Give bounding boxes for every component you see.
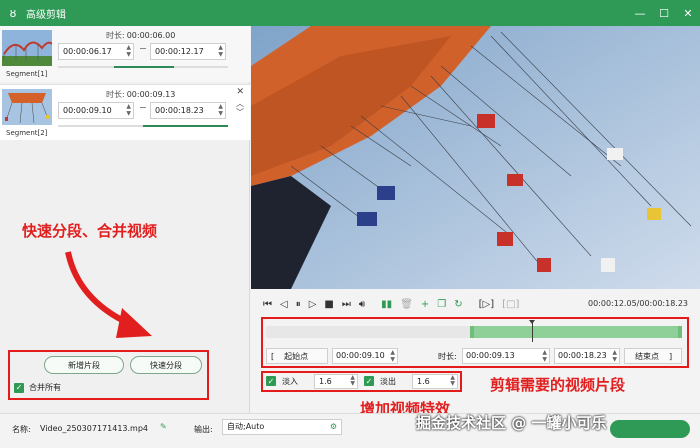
segment-item[interactable]: Segment[1] 时长: 00:00:06.00 00:00:06.17 ▲ ▼… [0, 26, 250, 82]
left-actions: 新增片段 快速分段 ✓ 合并所有 [8, 350, 208, 400]
watermark: 掘金技术社区 @ 一罐小可乐 [416, 414, 607, 432]
pause-icon[interactable]: ⏸ [296, 299, 301, 310]
segment-item[interactable]: Segment[2] 时长: 00:00:09.13 00:00:09.10 ▲ ▼… [0, 84, 250, 140]
close-icon[interactable]: ✕ [236, 87, 244, 97]
fade-in-label: 淡入 [282, 377, 298, 386]
segment-thumbnail [2, 89, 52, 125]
spinner-icon[interactable]: ▲ ▼ [350, 375, 355, 387]
annotation-text: 剪辑需要的视频片段 [490, 376, 626, 394]
copy-icon[interactable]: ❐ [437, 299, 446, 310]
start-point-button[interactable]: [ 起始点 [266, 348, 328, 364]
segment-duration: 时长: 00:00:09.13 [106, 90, 176, 99]
segment-label: Segment[2] [6, 129, 48, 137]
end-time-input[interactable]: 00:00:18.23 ▲ ▼ [554, 348, 620, 364]
step-forward-icon[interactable]: ▷ [309, 299, 317, 310]
segment-panel: Segment[1] 时长: 00:00:06.00 00:00:06.17 ▲ ▼… [0, 26, 250, 413]
segment-label: Segment[1] [6, 70, 48, 78]
minimize-icon[interactable]: — [628, 0, 652, 26]
timeline[interactable] [262, 320, 686, 342]
refresh-icon[interactable]: ↻ [454, 299, 462, 310]
name-label: 名称: [12, 425, 31, 434]
spinner-icon[interactable]: ▲ ▼ [126, 44, 131, 58]
split-icon[interactable]: ▮▮ [381, 299, 392, 310]
segment-thumbnail [2, 30, 52, 66]
fade-in-checkbox[interactable]: ✓ [266, 376, 276, 386]
segment-progress [58, 125, 228, 127]
gear-icon[interactable]: ⚙ [330, 420, 337, 434]
maximize-icon[interactable]: ☐ [652, 0, 676, 26]
spinner-icon[interactable]: ▲ ▼ [126, 103, 131, 117]
spinner-icon[interactable]: ▲ ▼ [612, 349, 617, 363]
merge-all-checkbox[interactable]: ✓ 合并所有 [14, 382, 61, 393]
mark-out-icon[interactable]: [□] [502, 299, 519, 310]
timecode: 00:00:12.05/00:00:18.23 [588, 299, 688, 308]
separator [140, 107, 146, 108]
edit-icon[interactable]: ✎ [160, 422, 167, 431]
arrow-icon [65, 251, 152, 338]
stop-icon[interactable]: ■ [324, 299, 333, 310]
spinner-icon[interactable]: ▲ ▼ [218, 103, 223, 117]
add-icon[interactable]: + [421, 299, 429, 310]
fade-out-input[interactable]: 1.6 ▲ ▼ [412, 374, 458, 389]
fade-in-input[interactable]: 1.6 ▲ ▼ [314, 374, 358, 389]
step-back-icon[interactable]: ◁ [280, 299, 288, 310]
segment-end-input[interactable]: 00:00:12.17 ▲ ▼ [150, 43, 226, 60]
timeline-selection[interactable] [469, 326, 682, 338]
segment-progress-fill [114, 66, 174, 68]
range-duration: 时长: [438, 352, 457, 361]
start-time-input[interactable]: 00:00:09.10 ▲ ▼ [332, 348, 398, 364]
window-controls: — ☐ ✕ [628, 0, 700, 26]
separator [140, 48, 146, 49]
output-select[interactable]: 自动;Auto ⚙ [222, 419, 342, 435]
playhead[interactable] [529, 320, 536, 342]
title-bar: ȣ 高级剪辑 — ☐ ✕ [0, 0, 700, 26]
trash-icon[interactable]: 🗑︎ [400, 299, 413, 310]
segment-start-input[interactable]: 00:00:09.10 ▲ ▼ [58, 102, 134, 119]
segment-end-input[interactable]: 00:00:18.23 ▲ ▼ [150, 102, 226, 119]
skip-end-icon[interactable]: ⏭ [342, 299, 351, 310]
fade-out-checkbox[interactable]: ✓ [364, 376, 374, 386]
reorder-icon[interactable]: ︿ ﹀ [236, 99, 244, 117]
spinner-icon[interactable]: ▲ ▼ [542, 349, 547, 363]
segment-duration: 时长: 00:00:06.00 [106, 31, 176, 40]
volume-icon[interactable]: 🔊︎ [359, 299, 365, 310]
segment-progress-fill [143, 125, 228, 127]
output-filename: Video_250307171413.mp4 [40, 424, 148, 433]
spinner-icon[interactable]: ▲ ▼ [390, 349, 395, 363]
video-preview[interactable] [251, 26, 700, 289]
add-segment-button[interactable]: 新增片段 [44, 356, 124, 374]
skip-start-icon[interactable]: ⏮ [263, 299, 272, 310]
quick-split-button[interactable]: 快速分段 [130, 356, 202, 374]
close-icon[interactable]: ✕ [676, 0, 700, 26]
segment-start-input[interactable]: 00:00:06.17 ▲ ▼ [58, 43, 134, 60]
export-button[interactable] [610, 420, 690, 438]
spinner-icon[interactable]: ▲ ▼ [218, 44, 223, 58]
range-duration-input[interactable]: 00:00:09.13 ▲ ▼ [462, 348, 550, 364]
rabbit-logo-icon: ȣ [9, 6, 17, 20]
annotation-text: 快速分段、合并视频 [22, 222, 158, 240]
range-bar: [ 起始点 00:00:09.10 ▲ ▼ 时长: 00:00:09.13 ▲ ▼ … [262, 346, 686, 366]
segment-progress [58, 66, 228, 68]
end-point-button[interactable]: 结束点 ] [624, 348, 682, 364]
mark-in-icon[interactable]: [▷] [479, 299, 495, 310]
window-title: 高级剪辑 [26, 9, 66, 21]
output-label: 输出: [194, 425, 213, 434]
fade-controls: ✓ 淡入 1.6 ▲ ▼ ✓ 淡出 1.6 ▲ ▼ [262, 372, 462, 390]
player-controls: ⏮ ◁ ⏸ ▷ ■ ⏭ 🔊︎ ▮▮ 🗑︎ + ❐ ↻ [▷] [□] 00:00… [251, 291, 700, 317]
spinner-icon[interactable]: ▲ ▼ [450, 375, 455, 387]
check-icon: ✓ [14, 382, 24, 393]
fade-out-label: 淡出 [380, 377, 396, 386]
